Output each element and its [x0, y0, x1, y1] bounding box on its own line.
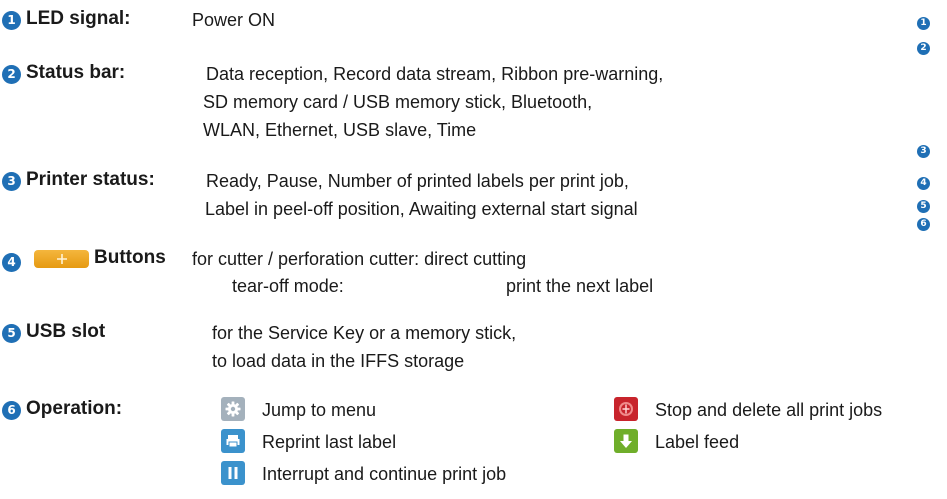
status-bar-label: Status bar:: [26, 62, 126, 83]
stop-icon: [614, 397, 638, 421]
badge-4: 4: [2, 253, 21, 272]
status-bar-line-3: WLAN, Ethernet, USB slave, Time: [203, 120, 477, 140]
jump-to-menu-text: Jump to menu: [262, 400, 377, 420]
usb-slot-label: USB slot: [26, 321, 106, 342]
buttons-line-1: for cutter / perforation cutter: direct …: [192, 249, 527, 269]
arrow-down-icon: [614, 429, 638, 453]
side-badge-1: 1: [917, 17, 930, 30]
badge-3: 3: [2, 172, 21, 191]
badge-2: 2: [2, 65, 21, 84]
side-badge-2: 2: [917, 42, 930, 55]
gear-icon: [221, 397, 245, 421]
usb-slot-line-2: to load data in the IFFS storage: [212, 351, 465, 371]
operation-label: Operation:: [26, 398, 123, 419]
status-bar-line-1: Data reception, Record data stream, Ribb…: [206, 64, 664, 84]
cutter-icon: [56, 254, 67, 264]
pause-icon: [221, 461, 245, 485]
cutter-button: [34, 250, 89, 268]
status-bar-line-2: SD memory card / USB memory stick, Bluet…: [203, 92, 593, 112]
badge-6: 6: [2, 401, 21, 420]
side-badge-5: 5: [917, 200, 930, 213]
side-badge-4: 4: [917, 177, 930, 190]
side-badge-3: 3: [917, 145, 930, 158]
tear-off-mode-text: print the next label: [506, 276, 654, 296]
usb-slot-line-1: for the Service Key or a memory stick,: [212, 323, 517, 343]
buttons-label: Buttons: [94, 247, 166, 268]
led-signal-label: LED signal:: [26, 8, 131, 29]
side-badge-6: 6: [917, 218, 930, 231]
tear-off-mode-label: tear-off mode:: [232, 276, 344, 296]
stop-delete-text: Stop and delete all print jobs: [655, 400, 883, 420]
label-feed-text: Label feed: [655, 432, 740, 452]
reprint-text: Reprint last label: [262, 432, 397, 452]
printer-status-label: Printer status:: [26, 169, 155, 190]
interrupt-text: Interrupt and continue print job: [262, 464, 507, 484]
printer-status-line-2: Label in peel-off position, Awaiting ext…: [205, 199, 638, 219]
badge-5: 5: [2, 324, 21, 343]
badge-1: 1: [2, 11, 21, 30]
reprint-icon: [221, 429, 245, 453]
led-signal-text: Power ON: [192, 10, 276, 30]
printer-status-line-1: Ready, Pause, Number of printed labels p…: [206, 171, 629, 191]
